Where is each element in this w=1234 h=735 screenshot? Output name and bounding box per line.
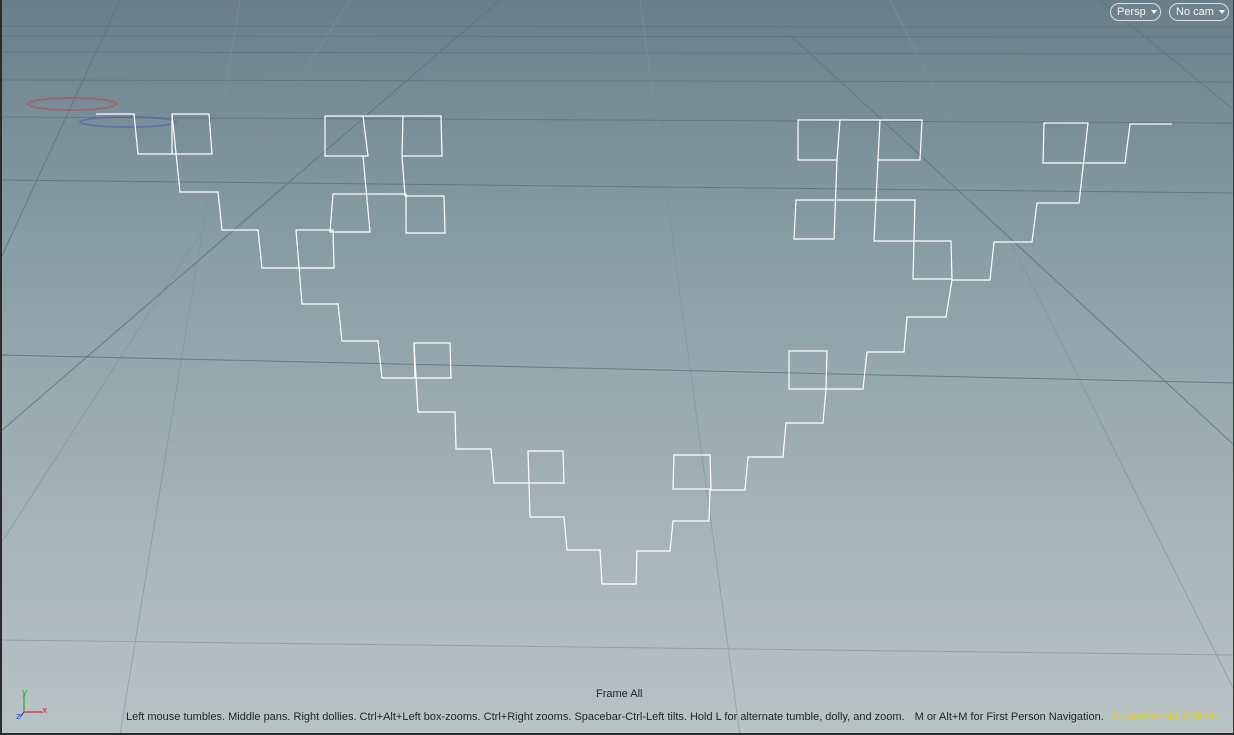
axis-z-label: z xyxy=(16,712,21,722)
scene-viewport[interactable]: Persp No cam Frame All Left mouse tumble… xyxy=(0,0,1234,735)
viewport-border-left xyxy=(0,0,2,735)
axis-triad-icon: x y z xyxy=(16,688,48,722)
origin-gizmo xyxy=(27,97,177,128)
view-menu-label: Persp xyxy=(1117,6,1146,18)
fractal-curve[interactable] xyxy=(96,113,1172,585)
view-menu-button[interactable]: Persp xyxy=(1110,3,1161,21)
curve-segment[interactable] xyxy=(840,119,923,161)
curve-segment[interactable] xyxy=(324,115,369,157)
status-message: Left mouse tumbles. Middle pans. Right d… xyxy=(126,711,905,723)
curve-segment[interactable] xyxy=(797,119,841,161)
curve-segment[interactable] xyxy=(96,113,1172,585)
status-nav-hint: M or Alt+M for First Person Navigation. xyxy=(914,711,1104,723)
camera-menu-button[interactable]: No cam xyxy=(1169,3,1229,21)
ground-grid-minor xyxy=(0,0,1234,735)
chevron-down-icon xyxy=(1218,10,1225,14)
curve-segment[interactable] xyxy=(793,159,953,280)
status-bar: Left mouse tumbles. Middle pans. Right d… xyxy=(126,711,1104,723)
curve-segment[interactable] xyxy=(363,115,443,157)
axis-y-label: y xyxy=(22,688,28,698)
edition-label: n-Commercial Edition xyxy=(1112,711,1218,723)
chevron-down-icon xyxy=(1150,10,1157,14)
ground-grid xyxy=(0,0,1234,446)
curve-segment[interactable] xyxy=(329,155,446,234)
camera-menu-label: No cam xyxy=(1176,6,1214,18)
axis-x-label: x xyxy=(42,706,48,716)
curve-segment[interactable] xyxy=(788,350,828,390)
scene-canvas[interactable] xyxy=(0,0,1234,735)
frame-all-hint: Frame All xyxy=(596,688,643,700)
